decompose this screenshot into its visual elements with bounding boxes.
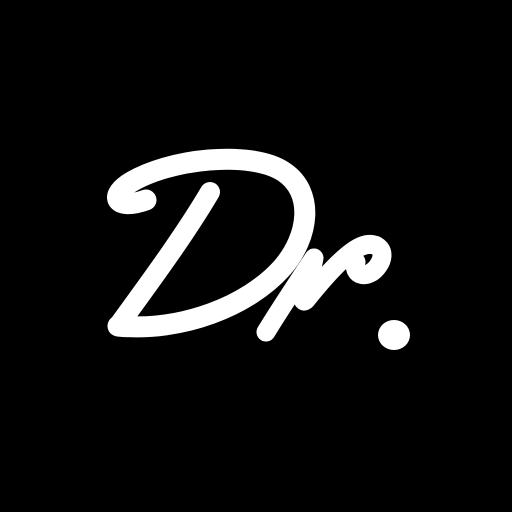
dr-script-logo bbox=[107, 148, 410, 350]
app-icon bbox=[0, 0, 512, 512]
period-dot bbox=[378, 320, 410, 350]
